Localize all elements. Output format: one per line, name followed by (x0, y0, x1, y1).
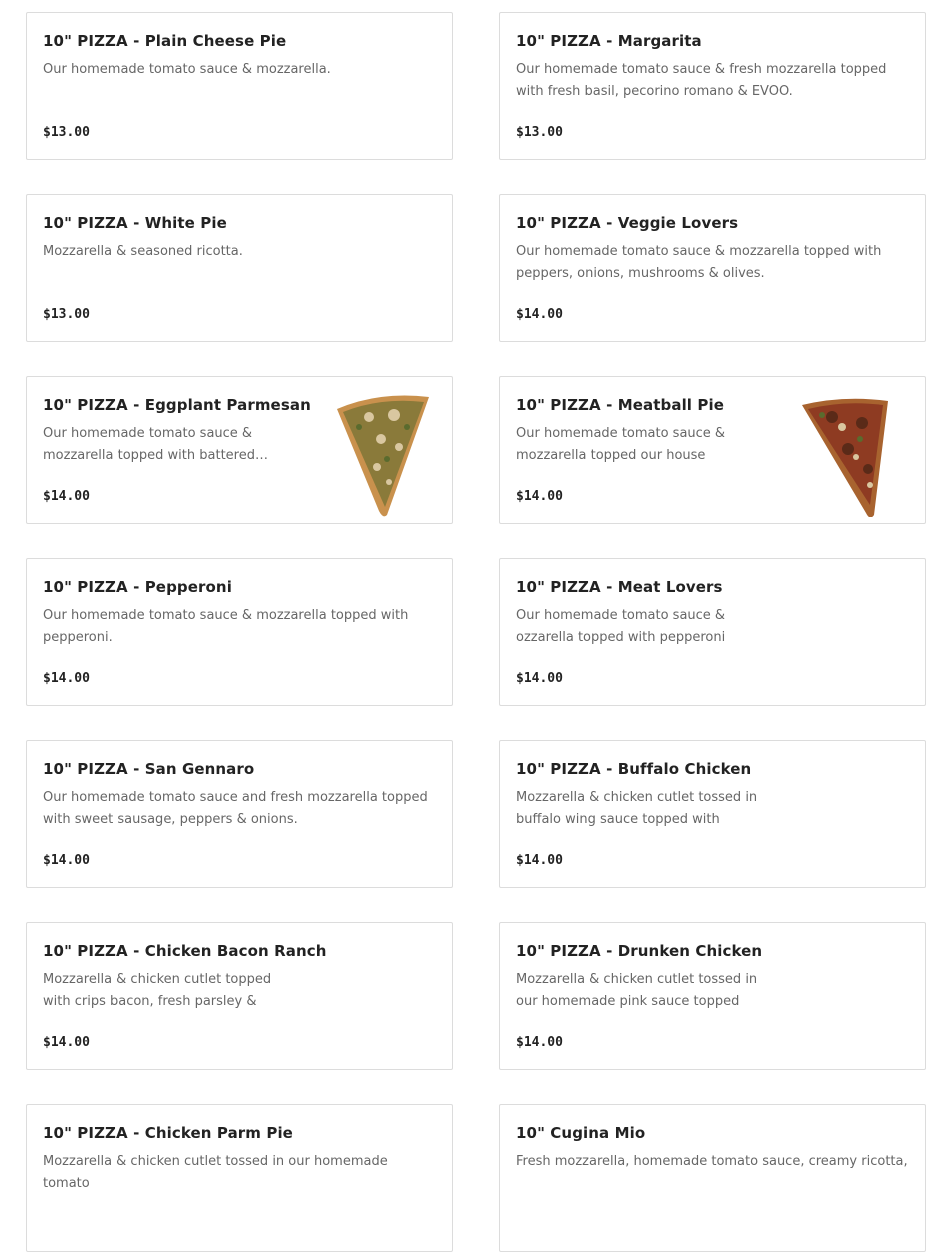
item-price: $14.00 (516, 489, 563, 504)
menu-item-card[interactable]: 10" PIZZA - Veggie Lovers Our homemade t… (499, 194, 926, 342)
item-description: Our homemade tomato sauce & fresh mozzar… (516, 62, 887, 99)
item-description: Our homemade tomato sauce & mozzarella. (43, 62, 331, 77)
item-price: $13.00 (43, 307, 90, 322)
item-title: 10" PIZZA - Pepperoni (43, 578, 232, 596)
item-price: $14.00 (43, 1035, 90, 1050)
item-title: 10" PIZZA - White Pie (43, 214, 227, 232)
pizza-slice-image (329, 387, 439, 517)
item-price: $14.00 (43, 489, 90, 504)
item-description: Mozzarella & chicken cutlet tossed in ou… (516, 972, 758, 1009)
item-title: 10" PIZZA - Chicken Bacon Ranch (43, 942, 327, 960)
item-title: 10" PIZZA - Drunken Chicken (516, 942, 763, 960)
menu-item-card[interactable]: 10" PIZZA - Pepperoni Our homemade tomat… (26, 558, 453, 706)
menu-item-card[interactable]: 10" PIZZA - Meatball Pie Our homemade to… (499, 376, 926, 524)
item-title: 10" PIZZA - Buffalo Chicken (516, 760, 752, 778)
item-title: 10" Cugina Mio (516, 1124, 646, 1142)
item-description: Mozzarella & chicken cutlet topped with … (43, 972, 272, 1009)
item-price: $14.00 (43, 853, 90, 868)
item-description: Our homemade tomato sauce & mozzarella t… (43, 426, 268, 463)
item-description: Our homemade tomato sauce & mozzarella t… (516, 244, 882, 281)
item-price: $14.00 (516, 307, 563, 322)
item-title: 10" PIZZA - Margarita (516, 32, 702, 50)
menu-item-card[interactable]: 10" PIZZA - Plain Cheese Pie Our homemad… (26, 12, 453, 160)
menu-item-card[interactable]: 10" PIZZA - Chicken Parm Pie Mozzarella … (26, 1104, 453, 1252)
item-description: Our homemade tomato sauce & ozzarella to… (516, 608, 726, 645)
item-price: $14.00 (43, 671, 90, 686)
item-title: 10" PIZZA - San Gennaro (43, 760, 255, 778)
item-description: Our homemade tomato sauce & mozzarella t… (516, 426, 726, 463)
item-title: 10" PIZZA - Meat Lovers (516, 578, 723, 596)
menu-item-card[interactable]: 10" PIZZA - Drunken Chicken Mozzarella &… (499, 922, 926, 1070)
menu-item-card[interactable]: 10" PIZZA - Margarita Our homemade tomat… (499, 12, 926, 160)
item-price: $14.00 (516, 853, 563, 868)
item-price: $13.00 (516, 125, 563, 140)
menu-item-card[interactable]: 10" PIZZA - Eggplant Parmesan Our homema… (26, 376, 453, 524)
menu-item-card[interactable]: 10" PIZZA - San Gennaro Our homemade tom… (26, 740, 453, 888)
item-price: $14.00 (516, 1035, 563, 1050)
menu-item-card[interactable]: 10" PIZZA - White Pie Mozzarella & seaso… (26, 194, 453, 342)
menu-item-card[interactable]: 10" PIZZA - Buffalo Chicken Mozzarella &… (499, 740, 926, 888)
pizza-slice-image (792, 387, 902, 518)
menu-item-card[interactable]: 10" PIZZA - Meat Lovers Our homemade tom… (499, 558, 926, 706)
menu-item-card[interactable]: 10" PIZZA - Chicken Bacon Ranch Mozzarel… (26, 922, 453, 1070)
item-price: $13.00 (43, 125, 90, 140)
item-description: Our homemade tomato sauce & mozzarella t… (43, 608, 409, 645)
item-title: 10" PIZZA - Veggie Lovers (516, 214, 739, 232)
item-description: Mozzarella & chicken cutlet tossed in bu… (516, 790, 758, 827)
item-description: Mozzarella & chicken cutlet tossed in ou… (43, 1154, 388, 1191)
item-title: 10" PIZZA - Plain Cheese Pie (43, 32, 287, 50)
item-description: Our homemade tomato sauce and fresh mozz… (43, 790, 428, 827)
menu-item-card[interactable]: 10" Cugina Mio Fresh mozzarella, homemad… (499, 1104, 926, 1252)
item-title: 10" PIZZA - Chicken Parm Pie (43, 1124, 293, 1142)
item-description: Mozzarella & seasoned ricotta. (43, 244, 243, 259)
item-price: $14.00 (516, 671, 563, 686)
